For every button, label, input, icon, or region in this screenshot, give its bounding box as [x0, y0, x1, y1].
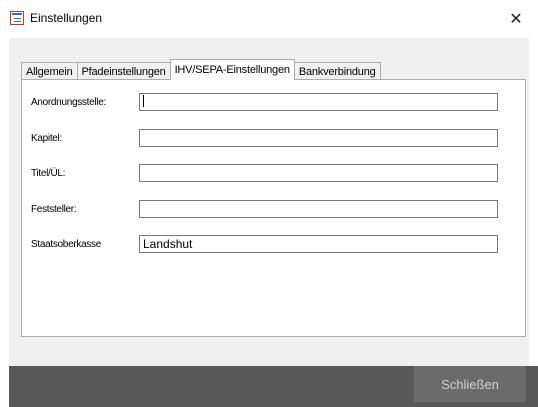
label-kapitel: Kapitel: [31, 133, 62, 144]
window-title: Einstellungen [30, 11, 103, 25]
text-caret [143, 95, 144, 107]
label-anordnungsstelle: Anordnungsstelle: [31, 97, 106, 108]
tab-ihv-sepa-einstellungen[interactable]: IHV/SEPA-Einstellungen [169, 59, 295, 80]
title-bar: Einstellungen ✕ [0, 0, 538, 38]
tab-allgemein[interactable]: Allgemein [21, 62, 78, 80]
schliessen-button[interactable]: Schließen [414, 366, 526, 402]
tab-bankverbindung[interactable]: Bankverbindung [293, 62, 381, 80]
anordnungsstelle-input[interactable] [139, 93, 498, 111]
feststeller-input[interactable] [139, 200, 498, 218]
tab-pfadeinstellungen[interactable]: Pfadeinstellungen [76, 62, 171, 80]
close-icon[interactable]: ✕ [494, 0, 538, 38]
label-titel-ul: Titel/ÜL: [31, 168, 66, 179]
app-window-icon [10, 11, 24, 25]
kapitel-input[interactable] [139, 129, 498, 147]
label-staatsoberkasse: Staatsoberkasse [31, 239, 101, 250]
staatsoberkasse-input[interactable] [139, 235, 498, 253]
label-feststeller: Feststeller: [31, 204, 77, 215]
settings-window: Einstellungen ✕ Allgemein Pfadeinstellun… [0, 0, 538, 407]
titel-ul-input[interactable] [139, 164, 498, 182]
tab-strip: Allgemein Pfadeinstellungen IHV/SEPA-Ein… [21, 58, 381, 80]
